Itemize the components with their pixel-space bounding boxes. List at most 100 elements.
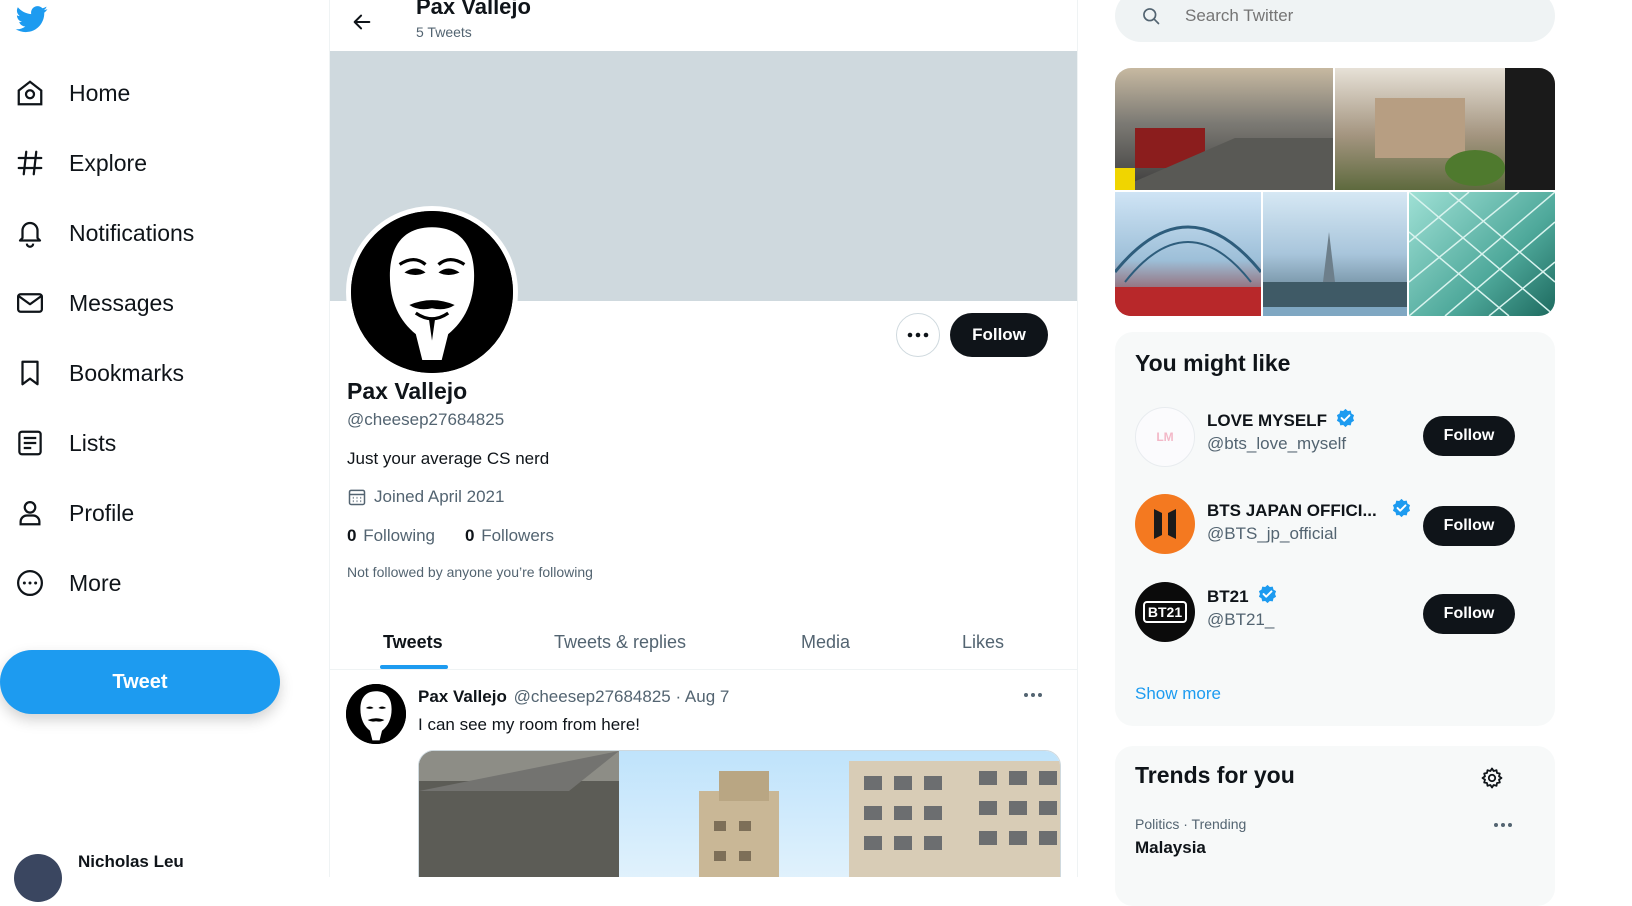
list-icon [14,427,46,459]
tab-likes[interactable]: Likes [962,632,1004,653]
profile-name: Pax Vallejo [347,378,468,404]
following-count: 0 [347,526,357,545]
back-button[interactable] [344,4,380,40]
suggestion-item[interactable]: LM LOVE MYSELF @bts_love_myself Follow [1115,392,1555,482]
search-input[interactable] [1185,6,1505,26]
nav-explore-label: Explore [69,149,147,176]
nav-lists-label: Lists [69,429,117,456]
profile-bio: Just your average CS nerd [347,449,550,468]
profile-media-grid[interactable] [1115,68,1555,316]
suggestion-name-row: LOVE MYSELF [1207,408,1356,431]
calendar-icon [348,489,366,506]
nav-more[interactable]: More [14,558,121,608]
suggestion-name-row: BT21 [1207,584,1278,607]
right-sidebar: You might like LM LOVE MYSELF @bts_love_… [1100,0,1632,906]
search-icon [1143,8,1160,25]
bt21-avatar: BT21 [1135,582,1195,642]
suggestion-name-row: BTS JAPAN OFFICI... [1207,498,1412,521]
tweet-header: Pax Vallejo @cheesep27684825 · Aug 7 [418,687,729,707]
following-label: Following [363,526,436,545]
nav-home[interactable]: Home [14,68,130,118]
nav-more-label: More [69,569,122,596]
profile-more-button[interactable] [896,313,940,357]
tab-media[interactable]: Media [801,632,850,653]
suggestion-name: BT21 [1207,587,1249,606]
nav-bookmarks[interactable]: Bookmarks [14,348,184,398]
verified-badge-icon [1337,408,1355,428]
twitter-logo-icon[interactable] [14,3,50,35]
nav-messages[interactable]: Messages [14,278,174,328]
suggestion-follow-button[interactable]: Follow [1423,506,1515,546]
person-icon [14,497,46,529]
profile-column: Pax Vallejo 5 Tweets Follow Pax Vallejo … [329,0,1078,877]
show-more-link[interactable]: Show more [1135,684,1221,704]
tweet-button[interactable]: Tweet [0,650,280,714]
profile-follow-button[interactable]: Follow [950,313,1048,357]
tweet-author-name[interactable]: Pax Vallejo [418,687,507,706]
more-circle-icon [14,567,46,599]
nav-notifications[interactable]: Notifications [14,208,194,258]
search-box[interactable] [1115,0,1555,42]
tab-tweets[interactable]: Tweets [383,632,443,653]
account-switcher[interactable]: Nicholas Leu [14,852,304,902]
tweet-more-button[interactable] [1023,692,1043,698]
media-thumb-5[interactable] [1409,192,1555,316]
trend-context: Politics · Trending [1135,816,1247,832]
trends-card: Trends for you Politics · Trending Malay… [1115,746,1555,906]
bt21-logo-icon: BT21 [1142,601,1188,623]
bell-icon [14,217,46,249]
account-name: Nicholas Leu [78,852,184,871]
tweet-text: I can see my room from here! [418,715,641,734]
following-stat[interactable]: 0 Following [347,526,435,546]
suggestion-name: BTS JAPAN OFFICI... [1207,501,1377,520]
trend-item[interactable]: Politics · Trending Malaysia [1115,814,1555,874]
nav-profile-label: Profile [69,499,135,526]
suggestion-handle: @BT21_ [1207,610,1275,629]
suggestion-item[interactable]: BTS JAPAN OFFICI... @BTS_jp_official Fol… [1115,482,1555,572]
profile-avatar[interactable] [346,206,518,378]
nav-messages-label: Messages [69,289,174,316]
suggestion-item[interactable]: BT21 BT21 @BT21_ Follow [1115,572,1555,662]
media-thumb-4[interactable] [1263,192,1407,316]
followers-label: Followers [481,526,554,545]
suggestion-handle: @bts_love_myself [1207,434,1347,453]
tweet-handle-date[interactable]: @cheesep27684825 · Aug 7 [514,687,730,706]
followers-stat[interactable]: 0 Followers [465,526,554,546]
suggestion-name: LOVE MYSELF [1207,411,1327,430]
nav-explore[interactable]: Explore [14,138,147,188]
verified-badge-icon [1393,498,1411,518]
trend-more-button[interactable] [1493,822,1513,828]
suggestion-follow-button[interactable]: Follow [1423,594,1515,634]
bts-japan-avatar [1135,494,1195,554]
suggestion-follow-button[interactable]: Follow [1423,416,1515,456]
envelope-icon [14,287,46,319]
followers-count: 0 [465,526,475,545]
header-title: Pax Vallejo [416,0,531,19]
joined-date: Joined April 2021 [374,487,505,506]
joined-row: Joined April 2021 [347,487,504,507]
profile-handle: @cheesep27684825 [347,410,505,429]
tweet-avatar[interactable] [346,684,406,744]
media-thumb-1[interactable] [1115,68,1333,190]
trend-name: Malaysia [1135,838,1206,857]
back-arrow-icon [353,14,371,30]
verified-badge-icon [1258,584,1277,604]
left-navigation: Home Explore Notifications Messages Book… [0,0,315,902]
more-dots-icon [907,332,929,338]
love-myself-logo-icon: LM [1156,430,1174,444]
account-avatar [14,854,62,902]
tweet-photo[interactable] [418,750,1061,877]
media-thumb-3[interactable] [1115,192,1261,316]
nav-profile[interactable]: Profile [14,488,134,538]
love-myself-avatar: LM [1135,407,1195,467]
nav-notifications-label: Notifications [69,219,195,246]
trends-settings-button[interactable] [1480,766,1504,790]
nav-lists[interactable]: Lists [14,418,116,468]
trends-title: Trends for you [1135,762,1295,788]
gear-icon [1481,767,1503,789]
tweet-item[interactable]: Pax Vallejo @cheesep27684825 · Aug 7 I c… [330,670,1077,877]
who-to-follow-title: You might like [1135,350,1291,376]
tab-tweets-replies[interactable]: Tweets & replies [554,632,686,653]
hashtag-icon [14,147,46,179]
media-thumb-2[interactable] [1335,68,1555,190]
